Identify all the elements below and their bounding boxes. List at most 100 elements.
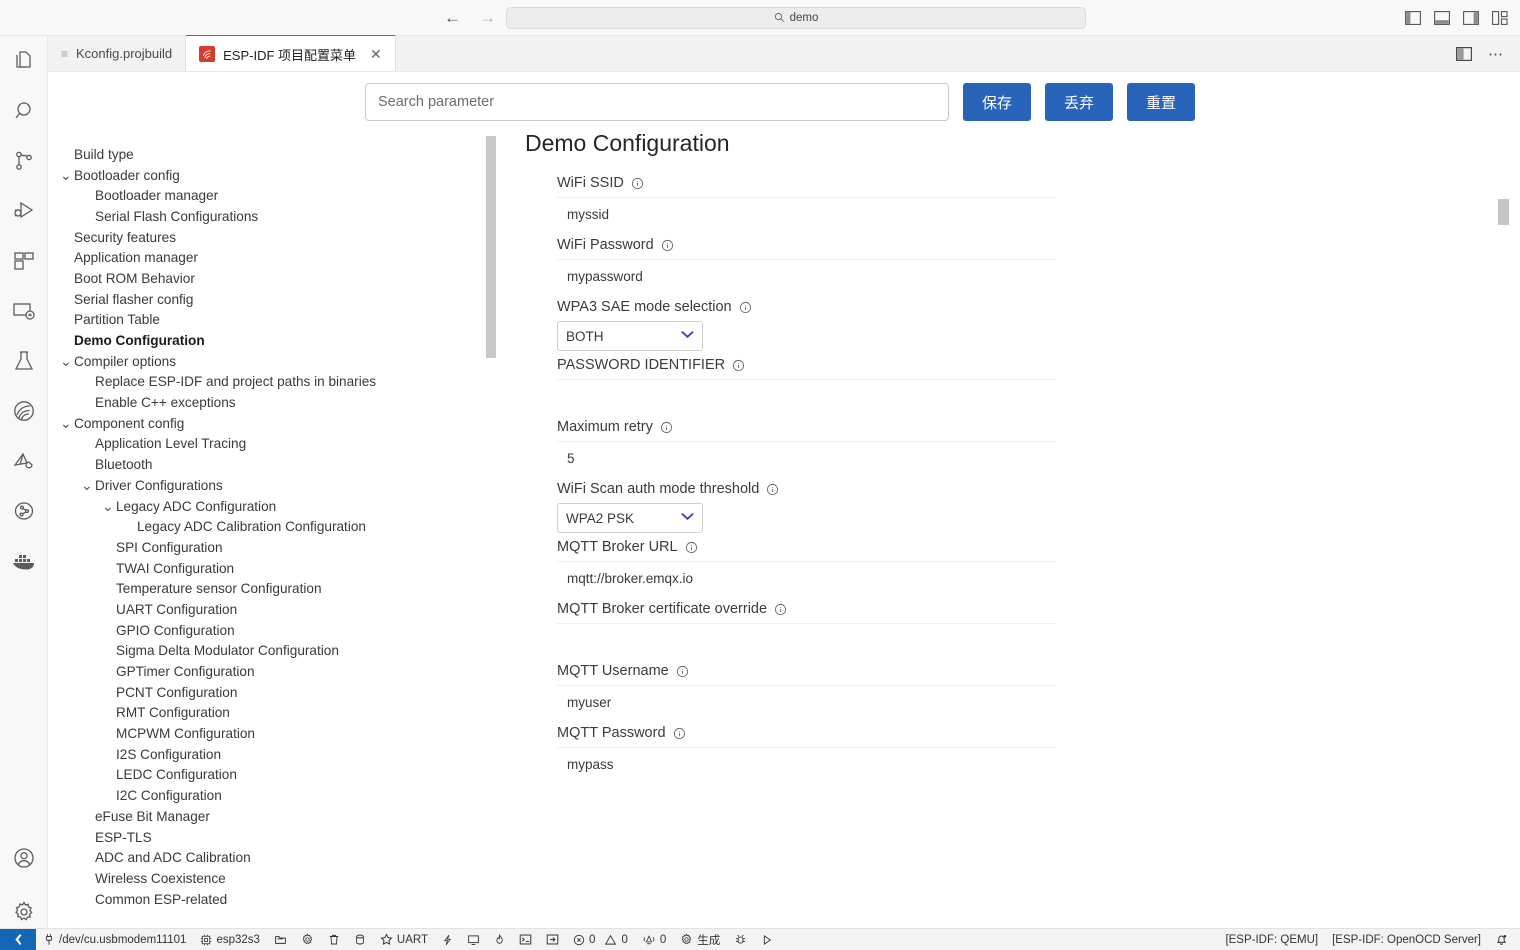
info-icon[interactable] <box>766 483 779 496</box>
status-esp-idf-openocd-server[interactable]: [ESP-IDF: OpenOCD Server] <box>1325 929 1488 950</box>
tree-item[interactable]: Replace ESP-IDF and project paths in bin… <box>60 372 485 393</box>
arrow-left-icon[interactable]: ← <box>444 9 461 26</box>
reset-button[interactable]: 重置 <box>1127 83 1195 121</box>
toggle-panel-icon[interactable] <box>1434 10 1450 25</box>
tab-esp-idf-config-menu[interactable]: ESP-IDF 项目配置菜单 ✕ <box>186 35 396 71</box>
chevron-down-icon[interactable]: ⌄ <box>81 478 95 492</box>
tree-item[interactable]: Bootloader manager <box>60 185 485 206</box>
chevron-down-icon[interactable]: ⌄ <box>60 416 74 430</box>
tree-item[interactable]: eFuse Bit Manager <box>60 806 485 827</box>
tree-item[interactable]: UART Configuration <box>60 599 485 620</box>
status-flash-device[interactable] <box>347 929 373 950</box>
field-text-input[interactable] <box>557 259 1057 293</box>
tree-item[interactable]: Application Level Tracing <box>60 434 485 455</box>
status-debug[interactable] <box>727 929 754 950</box>
tree-item[interactable]: ⌄ Compiler options <box>60 351 485 372</box>
ellipsis-icon[interactable]: ⋯ <box>1488 45 1504 63</box>
status-problems[interactable]: 0 0 <box>566 929 635 950</box>
info-icon[interactable] <box>660 421 673 434</box>
arrow-right-icon[interactable]: → <box>479 9 496 26</box>
sidebar-item-search[interactable] <box>0 86 48 136</box>
sidebar-item-remote-explorer[interactable] <box>0 286 48 336</box>
remote-window-button[interactable] <box>0 928 36 950</box>
tree-item[interactable]: ADC and ADC Calibration <box>60 847 485 868</box>
chevron-down-icon[interactable]: ⌄ <box>102 499 116 513</box>
tree-item[interactable]: ⌄ Component config <box>60 413 485 434</box>
save-button[interactable]: 保存 <box>963 83 1031 121</box>
status-esp-idf-qemu[interactable]: [ESP-IDF: QEMU] <box>1218 929 1325 950</box>
command-center[interactable]: demo <box>506 6 1086 29</box>
accounts-button[interactable] <box>0 833 48 883</box>
status-build[interactable]: 生成 <box>673 929 727 950</box>
info-icon[interactable] <box>732 359 745 372</box>
field-select[interactable]: WPA2 PSK <box>557 503 703 533</box>
tree-item[interactable]: Wireless Coexistence <box>60 868 485 889</box>
status-menuconfig[interactable] <box>294 929 321 950</box>
sidebar-item-circuit[interactable] <box>0 486 48 536</box>
discard-button[interactable]: 丢弃 <box>1045 83 1113 121</box>
close-icon[interactable]: ✕ <box>370 46 382 63</box>
status-run[interactable] <box>754 929 780 950</box>
info-icon[interactable] <box>676 665 689 678</box>
status-open-terminal[interactable] <box>512 929 539 950</box>
status-radar[interactable]: 0 <box>635 929 673 950</box>
tree-item[interactable]: Sigma Delta Modulator Configuration <box>60 641 485 662</box>
notifications-button[interactable] <box>1488 929 1520 950</box>
chevron-down-icon[interactable]: ⌄ <box>60 168 74 182</box>
info-icon[interactable] <box>774 603 787 616</box>
status-full-clean[interactable] <box>321 929 347 950</box>
tree-item[interactable]: ⌄ Bootloader config <box>60 165 485 186</box>
field-text-input[interactable] <box>557 379 1057 413</box>
tree-item[interactable]: GPTimer Configuration <box>60 661 485 682</box>
tree-item[interactable]: Temperature sensor Configuration <box>60 578 485 599</box>
tree-item[interactable]: Demo Configuration <box>60 330 485 351</box>
field-text-input[interactable] <box>557 747 1057 781</box>
tree-item[interactable]: GPIO Configuration <box>60 620 485 641</box>
tree-item[interactable]: I2S Configuration <box>60 744 485 765</box>
tab-kconfig-projbuild[interactable]: ≡ Kconfig.projbuild <box>48 36 187 71</box>
tree-item[interactable]: Bluetooth <box>60 454 485 475</box>
tree-item[interactable]: SPI Configuration <box>60 537 485 558</box>
tree-item[interactable]: Build type <box>60 144 485 165</box>
tree-item[interactable]: Application manager <box>60 247 485 268</box>
tree-item[interactable]: Security features <box>60 227 485 248</box>
field-text-input[interactable] <box>557 197 1057 231</box>
tree-item[interactable]: Legacy ADC Calibration Configuration <box>60 516 485 537</box>
tree-item[interactable]: Serial Flash Configurations <box>60 206 485 227</box>
field-text-input[interactable] <box>557 441 1057 475</box>
info-icon[interactable] <box>661 239 674 252</box>
toggle-secondary-sidebar-icon[interactable] <box>1463 10 1479 25</box>
sidebar-item-idf-tools[interactable] <box>0 436 48 486</box>
status-idf-qemu-monitor[interactable] <box>539 929 566 950</box>
sidebar-item-source-control[interactable] <box>0 136 48 186</box>
tree-item[interactable]: Common ESP-related <box>60 889 485 910</box>
form-scrollbar[interactable] <box>1498 199 1509 225</box>
status-serial-port[interactable]: /dev/cu.usbmodem11101 <box>36 929 193 950</box>
sidebar-item-docker[interactable] <box>0 536 48 586</box>
tree-item[interactable]: ⌄ Driver Configurations <box>60 475 485 496</box>
info-icon[interactable] <box>739 301 752 314</box>
sidebar-item-espressif[interactable] <box>0 386 48 436</box>
status-build-flash-monitor[interactable] <box>435 929 460 950</box>
field-text-input[interactable] <box>557 561 1057 595</box>
tree-item[interactable]: I2C Configuration <box>60 785 485 806</box>
tree-item[interactable]: MCPWM Configuration <box>60 723 485 744</box>
search-input[interactable] <box>365 83 949 121</box>
tree-item[interactable]: LEDC Configuration <box>60 765 485 786</box>
split-editor-icon[interactable] <box>1456 46 1473 61</box>
info-icon[interactable] <box>673 727 686 740</box>
status-flash-method[interactable]: UART <box>373 929 435 950</box>
status-open-folder[interactable] <box>267 929 294 950</box>
tree-scrollbar[interactable] <box>486 136 496 358</box>
tree-item[interactable]: RMT Configuration <box>60 703 485 724</box>
customize-layout-icon[interactable] <box>1492 10 1508 25</box>
tree-item[interactable]: TWAI Configuration <box>60 558 485 579</box>
tree-item[interactable]: Enable C++ exceptions <box>60 392 485 413</box>
field-text-input[interactable] <box>557 685 1057 719</box>
tree-item[interactable]: ⌄ Legacy ADC Configuration <box>60 496 485 517</box>
info-icon[interactable] <box>685 541 698 554</box>
tree-item[interactable]: PCNT Configuration <box>60 682 485 703</box>
status-idf-debug[interactable] <box>487 929 512 950</box>
field-select[interactable]: BOTH <box>557 321 703 351</box>
sidebar-item-testing[interactable] <box>0 336 48 386</box>
